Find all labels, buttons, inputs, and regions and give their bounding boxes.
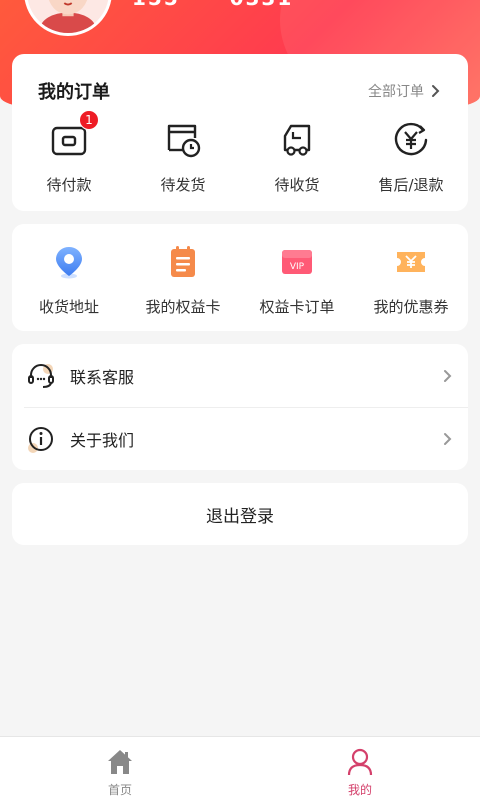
service-address-label: 收货地址 xyxy=(38,298,99,316)
order-pending-payment[interactable]: 1 待付款 xyxy=(12,110,126,195)
order-after-sales-label: 售后/退款 xyxy=(378,176,444,194)
order-pending-receipt-label: 待收货 xyxy=(274,176,320,194)
all-orders-link[interactable]: 全部订单 xyxy=(368,81,442,101)
service-coupons-label: 我的优惠券 xyxy=(373,298,449,316)
notepad-icon xyxy=(171,246,195,277)
order-pending-receipt[interactable]: 待收货 xyxy=(240,120,354,195)
logout-label: 退出登录 xyxy=(206,506,274,527)
coupon-icon xyxy=(397,252,425,272)
bottom-tab-bar: 首页 我的 xyxy=(0,736,480,800)
service-benefit-card-label: 我的权益卡 xyxy=(145,298,221,316)
chevron-right-icon xyxy=(432,85,440,97)
service-coupons[interactable]: 我的优惠券 xyxy=(354,244,468,317)
service-benefit-orders[interactable]: VIP 权益卡订单 xyxy=(240,244,354,317)
home-icon xyxy=(108,750,132,774)
order-pending-shipment[interactable]: 待发货 xyxy=(126,120,240,195)
about-us-label: 关于我们 xyxy=(70,430,135,450)
services-card: 收货地址 我的权益卡 VIP 权益卡订单 我的优惠券 xyxy=(12,224,468,331)
links-card: 联系客服 关于我们 xyxy=(12,344,468,470)
tab-mine-label: 我的 xyxy=(347,783,372,797)
contact-support-row[interactable]: 联系客服 xyxy=(12,344,468,407)
service-address[interactable]: 收货地址 xyxy=(12,244,126,317)
tab-mine[interactable]: 我的 xyxy=(240,737,480,800)
avatar-illustration-icon xyxy=(27,0,109,33)
chevron-right-icon xyxy=(444,432,452,445)
user-icon xyxy=(347,748,373,776)
tab-home[interactable]: 首页 xyxy=(0,737,240,800)
order-pending-shipment-label: 待发货 xyxy=(160,176,206,194)
tab-home-label: 首页 xyxy=(107,783,132,797)
headset-icon xyxy=(28,363,54,388)
refund-yen-icon xyxy=(394,122,428,156)
avatar[interactable] xyxy=(24,0,112,36)
order-pending-payment-label: 待付款 xyxy=(46,176,92,194)
pending-payment-badge: 1 xyxy=(79,110,99,130)
masked-phone: 155****0331 xyxy=(132,0,293,10)
about-us-row[interactable]: 关于我们 xyxy=(12,407,468,470)
vip-card-icon: VIP xyxy=(282,250,312,274)
all-orders-label: 全部订单 xyxy=(368,84,424,100)
service-benefit-orders-label: 权益卡订单 xyxy=(259,298,335,316)
shipping-clock-icon xyxy=(167,124,201,158)
orders-title: 我的订单 xyxy=(38,82,110,103)
order-after-sales[interactable]: 售后/退款 xyxy=(354,120,468,195)
truck-icon xyxy=(283,124,311,156)
contact-support-label: 联系客服 xyxy=(70,367,135,387)
logout-button[interactable]: 退出登录 xyxy=(12,483,468,545)
chevron-right-icon xyxy=(444,369,452,382)
location-pin-icon xyxy=(56,247,82,279)
service-benefit-card[interactable]: 我的权益卡 xyxy=(126,244,240,317)
svg-text:VIP: VIP xyxy=(290,262,305,272)
orders-card: 我的订单 全部订单 1 待付款 待发货 待收货 售后/退款 xyxy=(12,54,468,211)
info-icon xyxy=(28,426,53,453)
